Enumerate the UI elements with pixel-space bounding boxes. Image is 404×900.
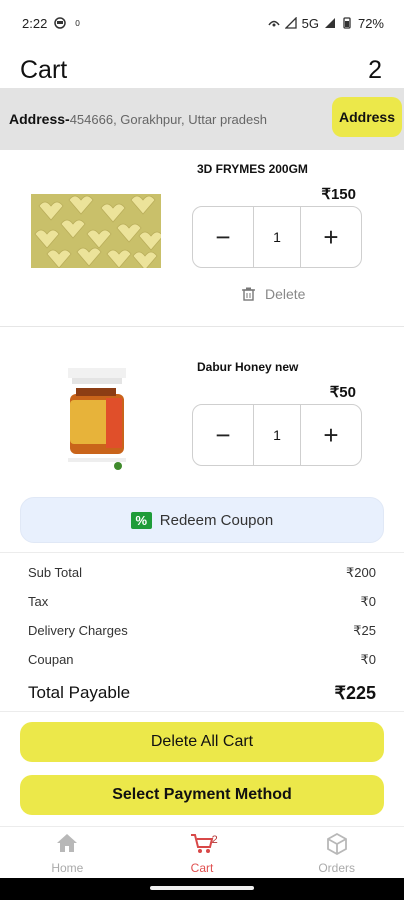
battery-percent: 72% [357, 15, 384, 31]
system-gesture-bar [0, 878, 404, 900]
change-address-button[interactable]: Address [332, 97, 402, 137]
nav-cart[interactable]: 2 Cart [135, 827, 270, 878]
coupon-discount-value: ₹0 [360, 651, 376, 667]
product-price: ₹150 [321, 186, 356, 203]
battery-icon [343, 17, 351, 29]
summary-row-total: Total Payable ₹225 [28, 674, 376, 712]
product-name: Dabur Honey new [197, 360, 299, 374]
product-image [31, 194, 161, 268]
address-label: Address- [9, 111, 70, 127]
nav-orders-label: Orders [318, 861, 356, 875]
data-saver-icon: 0 [75, 19, 80, 28]
nav-orders[interactable]: Orders [269, 827, 404, 878]
nav-home-label: Home [51, 861, 84, 875]
cart-item: 3D FRYMES 200GM ₹150 − 1 + Delete [0, 150, 404, 327]
delete-all-cart-button[interactable]: Delete All Cart [20, 722, 384, 762]
signal-icon-2 [324, 18, 335, 28]
cart-count: 2 [368, 55, 382, 84]
status-bar: 2:22 0 5G 72% [0, 0, 404, 46]
coupon-icon: % [130, 511, 152, 529]
delete-item-button[interactable]: Delete [242, 286, 305, 302]
status-time: 2:22 [22, 15, 48, 31]
address-value: 454666, Gorakhpur, Uttar pradesh [69, 111, 267, 127]
nav-home[interactable]: Home [0, 827, 135, 878]
summary-row-coupon: Coupan ₹0 [28, 645, 376, 674]
app-bar: Cart 2 [0, 50, 404, 90]
cart-icon [191, 834, 214, 853]
app-notification-icon [54, 17, 67, 29]
product-image [62, 364, 132, 476]
tax-label: Tax [28, 594, 49, 609]
summary-row-subtotal: Sub Total ₹200 [28, 558, 376, 587]
select-payment-method-button[interactable]: Select Payment Method [20, 775, 384, 815]
subtotal-label: Sub Total [28, 565, 82, 580]
svg-text:0: 0 [75, 19, 80, 28]
home-icon [57, 834, 78, 852]
summary-row-tax: Tax ₹0 [28, 587, 376, 616]
summary-row-delivery: Delivery Charges ₹25 [28, 616, 376, 645]
cart-item: Dabur Honey new ₹50 − 1 + [0, 330, 404, 500]
network-type: 5G [301, 15, 319, 31]
tax-value: ₹0 [360, 593, 376, 609]
product-price: ₹50 [329, 384, 356, 401]
home-gesture-handle[interactable] [150, 886, 254, 890]
increase-quantity-button[interactable]: + [301, 405, 361, 465]
signal-icon [284, 17, 297, 29]
hotspot-icon [268, 20, 280, 27]
decrease-quantity-button[interactable]: − [193, 207, 253, 267]
bottom-navigation: Home 2 Cart Orders [0, 826, 404, 878]
redeem-coupon-button[interactable]: % Redeem Coupon [20, 497, 384, 543]
page-title: Cart [20, 55, 68, 84]
delivery-value: ₹25 [353, 622, 376, 638]
coupon-discount-label: Coupan [28, 652, 74, 667]
cart-badge: 2 [211, 834, 218, 846]
trash-icon [242, 287, 255, 301]
total-label: Total Payable [28, 683, 131, 702]
quantity-value: 1 [253, 405, 301, 465]
total-value: ₹225 [334, 682, 376, 703]
coupon-label: Redeem Coupon [159, 511, 274, 529]
quantity-stepper: − 1 + [192, 206, 362, 268]
box-icon [326, 833, 347, 855]
nav-cart-label: Cart [190, 861, 214, 875]
product-name: 3D FRYMES 200GM [197, 162, 308, 176]
quantity-stepper: − 1 + [192, 404, 362, 466]
delivery-label: Delivery Charges [28, 623, 128, 638]
decrease-quantity-button[interactable]: − [193, 405, 253, 465]
subtotal-value: ₹200 [346, 564, 376, 580]
order-summary: Sub Total ₹200 Tax ₹0 Delivery Charges ₹… [0, 552, 404, 712]
delete-label: Delete [265, 286, 306, 302]
increase-quantity-button[interactable]: + [301, 207, 361, 267]
quantity-value: 1 [253, 207, 301, 267]
